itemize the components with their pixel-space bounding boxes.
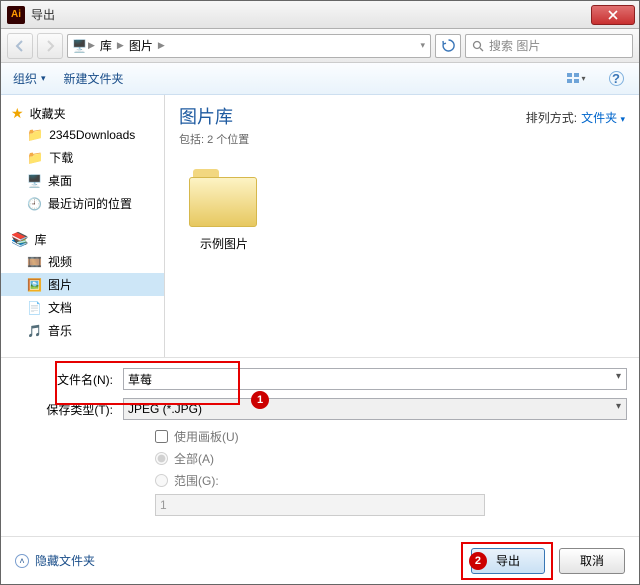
filename-input[interactable] — [123, 368, 627, 390]
range-row: 范围(G): — [155, 472, 627, 489]
filename-label: 文件名(N): — [13, 371, 123, 388]
use-artboard-checkbox[interactable] — [155, 430, 168, 443]
chevron-right-icon: ▶ — [116, 40, 125, 51]
sort-value-link[interactable]: 文件夹 ▾ — [581, 109, 625, 126]
range-label: 范围(G): — [174, 472, 219, 489]
close-button[interactable] — [591, 5, 635, 25]
sidebar-libraries-header[interactable]: 📚库 — [1, 229, 164, 250]
use-artboard-label: 使用画板(U) — [174, 428, 239, 445]
sidebar-favorites-header[interactable]: ★收藏夹 — [1, 103, 164, 124]
sidebar-item-downloads2345[interactable]: 📁2345Downloads — [1, 124, 164, 146]
video-icon: 🎞️ — [27, 255, 42, 269]
chevron-up-icon: ˄ — [15, 554, 29, 568]
use-artboard-row: 使用画板(U) — [155, 428, 627, 445]
sidebar: ★收藏夹 📁2345Downloads 📁下载 🖥️桌面 🕘最近访问的位置 📚库… — [1, 95, 165, 357]
folder-sample-pictures[interactable]: 示例图片 — [179, 165, 269, 252]
breadcrumb-pictures[interactable]: 图片 — [125, 37, 157, 54]
help-button[interactable]: ? — [605, 68, 627, 90]
folder-label: 示例图片 — [179, 235, 269, 252]
back-button[interactable] — [7, 33, 33, 59]
refresh-button[interactable] — [435, 34, 461, 58]
document-icon: 📄 — [27, 301, 42, 315]
help-icon: ? — [609, 71, 624, 86]
sidebar-item-videos[interactable]: 🎞️视频 — [1, 250, 164, 273]
chevron-down-icon: ▾ — [620, 114, 625, 124]
all-row: 全部(A) — [155, 450, 627, 467]
sidebar-item-desktop[interactable]: 🖥️桌面 — [1, 169, 164, 192]
recent-icon: 🕘 — [27, 197, 42, 211]
search-icon — [472, 40, 484, 52]
chevron-right-icon: ▶ — [157, 40, 166, 51]
sidebar-item-music[interactable]: 🎵音乐 — [1, 319, 164, 342]
view-icon — [566, 72, 581, 85]
computer-icon: 🖥️ — [72, 39, 87, 53]
nav-bar: 🖥️ ▶ 库 ▶ 图片 ▶ ▾ 搜索 图片 — [1, 29, 639, 63]
annotation-badge-2: 2 — [469, 552, 487, 570]
organize-button[interactable]: 组织 ▾ — [13, 70, 46, 87]
sidebar-item-downloads[interactable]: 📁下载 — [1, 146, 164, 169]
sort-by: 排列方式: 文件夹 ▾ — [526, 109, 625, 126]
desktop-icon: 🖥️ — [27, 174, 42, 188]
titlebar: Ai 导出 — [1, 1, 639, 29]
star-icon: ★ — [11, 105, 24, 122]
all-radio[interactable] — [155, 452, 168, 465]
filetype-label: 保存类型(T): — [13, 401, 123, 418]
library-icon: 📚 — [11, 231, 28, 248]
cancel-button[interactable]: 取消 — [559, 548, 625, 574]
filetype-select[interactable] — [123, 398, 627, 420]
sidebar-item-recent[interactable]: 🕘最近访问的位置 — [1, 192, 164, 215]
close-icon — [608, 10, 618, 20]
folder-icon — [185, 165, 263, 229]
library-subtitle: 包括: 2 个位置 — [179, 131, 625, 147]
footer: ˄ 隐藏文件夹 2 导出 取消 — [1, 536, 639, 584]
content-pane: 图片库 包括: 2 个位置 排列方式: 文件夹 ▾ 示例图片 — [165, 95, 639, 357]
sidebar-item-pictures[interactable]: 🖼️图片 — [1, 273, 164, 296]
search-input[interactable]: 搜索 图片 — [465, 34, 633, 58]
view-mode-button[interactable]: ▾ — [565, 68, 587, 90]
search-placeholder: 搜索 图片 — [489, 37, 540, 54]
range-input — [155, 494, 485, 516]
chevron-down-icon[interactable]: ▾ — [419, 40, 426, 51]
export-button-wrap: 2 导出 — [471, 548, 545, 574]
breadcrumb-library[interactable]: 库 — [96, 37, 116, 54]
app-icon: Ai — [7, 6, 25, 24]
arrow-right-icon — [44, 40, 56, 52]
folder-icon: 📁 — [27, 127, 43, 143]
hide-folders-link[interactable]: ˄ 隐藏文件夹 — [15, 552, 95, 569]
refresh-icon — [442, 39, 455, 52]
form-area: 文件名(N): 保存类型(T): 使用画板(U) 全部(A) 范围(G): — [1, 357, 639, 516]
range-radio[interactable] — [155, 474, 168, 487]
new-folder-button[interactable]: 新建文件夹 — [64, 70, 124, 87]
chevron-down-icon: ▾ — [41, 73, 46, 84]
sidebar-item-documents[interactable]: 📄文档 — [1, 296, 164, 319]
sort-label: 排列方式: — [526, 109, 577, 126]
arrow-left-icon — [14, 40, 26, 52]
toolbar: 组织 ▾ 新建文件夹 ▾ ? — [1, 63, 639, 95]
picture-icon: 🖼️ — [27, 278, 42, 292]
all-label: 全部(A) — [174, 450, 214, 467]
window-title: 导出 — [31, 6, 591, 23]
export-dialog: Ai 导出 🖥️ ▶ 库 ▶ 图片 ▶ ▾ 搜索 图片 组织 ▾ 新建文件夹 ▾… — [0, 0, 640, 585]
music-icon: 🎵 — [27, 324, 42, 338]
chevron-right-icon: ▶ — [87, 40, 96, 51]
main-area: ★收藏夹 📁2345Downloads 📁下载 🖥️桌面 🕘最近访问的位置 📚库… — [1, 95, 639, 357]
forward-button[interactable] — [37, 33, 63, 59]
folder-icon: 📁 — [27, 150, 43, 166]
annotation-badge-1: 1 — [251, 391, 269, 409]
breadcrumb-bar[interactable]: 🖥️ ▶ 库 ▶ 图片 ▶ ▾ — [67, 34, 431, 58]
